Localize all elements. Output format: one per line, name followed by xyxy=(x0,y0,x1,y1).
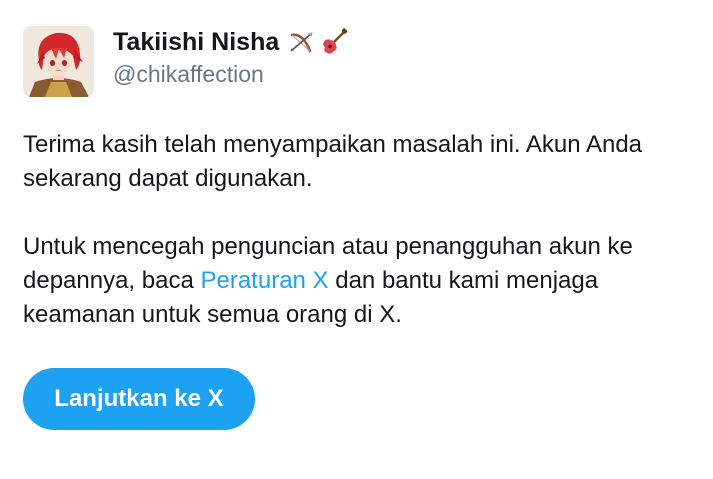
bow-and-arrow-icon xyxy=(290,32,313,53)
avatar[interactable] xyxy=(23,26,94,97)
name-emojis xyxy=(287,27,351,57)
name-row: Takiishi Nisha xyxy=(113,27,351,57)
guitar-icon xyxy=(323,28,348,54)
continue-to-x-button[interactable]: Lanjutkan ke X xyxy=(23,368,255,430)
message-paragraph-1: Terima kasih telah menyampaikan masalah … xyxy=(23,131,643,192)
display-name[interactable]: Takiishi Nisha xyxy=(113,27,279,57)
message-paragraph-2: Untuk mencegah penguncian atau penangguh… xyxy=(23,230,693,332)
avatar-image xyxy=(23,26,94,97)
user-info: Takiishi Nisha @chikaffection xyxy=(113,27,351,88)
rules-link[interactable]: Peraturan X xyxy=(200,267,328,294)
tweet-header: Takiishi Nisha @chikaffection xyxy=(23,26,351,97)
user-handle[interactable]: @chikaffection xyxy=(113,60,351,88)
message-body: Terima kasih telah menyampaikan masalah … xyxy=(23,128,693,332)
